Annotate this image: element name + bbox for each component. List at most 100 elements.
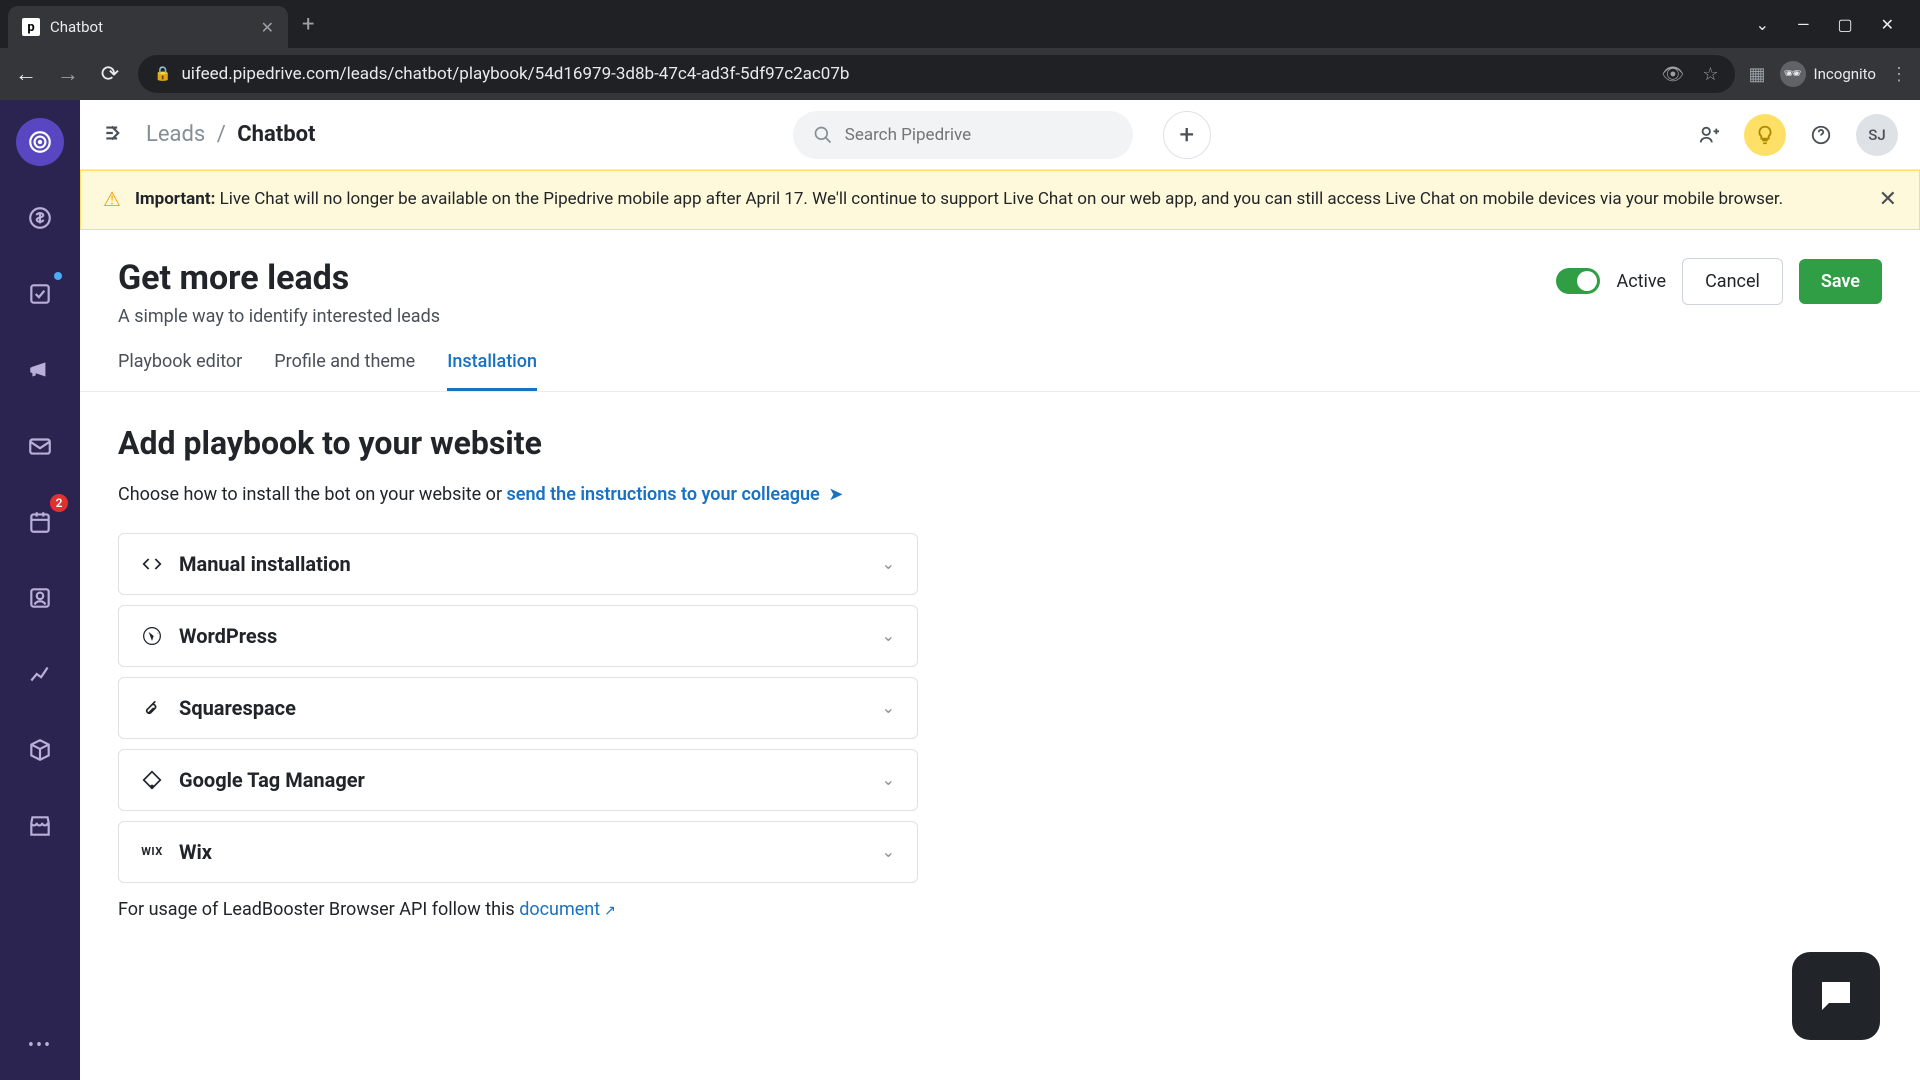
close-tab-icon[interactable]: ✕ [261, 18, 274, 37]
page-title: Get more leads [118, 258, 440, 298]
user-avatar[interactable]: SJ [1856, 114, 1898, 156]
page-subtitle: A simple way to identify interested lead… [118, 306, 440, 327]
accordion-wix[interactable]: WIX Wix ⌄ [118, 821, 918, 883]
url-text: uifeed.pipedrive.com/leads/chatbot/playb… [181, 64, 849, 84]
api-prefix: For usage of LeadBooster Browser API fol… [118, 899, 519, 920]
sales-assistant-button[interactable] [1744, 114, 1786, 156]
reload-button[interactable]: ⟳ [96, 62, 124, 87]
sidebar-item-activities[interactable]: 2 [16, 498, 64, 546]
checkbox-icon [27, 281, 53, 307]
notification-dot-icon [54, 272, 62, 280]
accordion-gtm[interactable]: Google Tag Manager ⌄ [118, 749, 918, 811]
cancel-button[interactable]: Cancel [1682, 258, 1783, 305]
close-window-icon[interactable]: ✕ [1881, 15, 1894, 34]
box-icon [27, 737, 53, 763]
sidebar-item-leads[interactable] [16, 118, 64, 166]
accordion-label: Wix [179, 840, 866, 864]
mail-icon [27, 433, 53, 459]
browser-chrome: p Chatbot ✕ + ⌄ — ▢ ✕ ← → ⟳ 🔒 uifeed.pip… [0, 0, 1920, 100]
sidebar-item-insights[interactable] [16, 650, 64, 698]
breadcrumb-parent[interactable]: Leads [146, 122, 205, 147]
app-root: 2 ••• Leads / Chatbot [0, 100, 1920, 1080]
header-left: Get more leads A simple way to identify … [118, 258, 440, 327]
accordion-manual[interactable]: Manual installation ⌄ [118, 533, 918, 595]
url-bar[interactable]: 🔒 uifeed.pipedrive.com/leads/chatbot/pla… [138, 55, 1735, 93]
calendar-icon [27, 509, 53, 535]
accordion-label: Manual installation [179, 552, 866, 576]
alert-text: Important: Live Chat will no longer be a… [135, 187, 1865, 213]
browser-tab[interactable]: p Chatbot ✕ [8, 6, 288, 48]
incognito-label: Incognito [1814, 65, 1876, 83]
sidebar-item-campaigns[interactable] [16, 346, 64, 394]
sidebar-item-marketplace[interactable] [16, 802, 64, 850]
send-instructions-link[interactable]: send the instructions to your colleague [507, 484, 820, 505]
minimize-icon[interactable]: — [1797, 15, 1810, 34]
page-header: Get more leads A simple way to identify … [80, 230, 1920, 327]
sidebar-more-button[interactable]: ••• [28, 1035, 52, 1056]
search-input[interactable] [845, 125, 1113, 145]
warning-icon: ⚠ [103, 187, 121, 211]
tab-profile-theme[interactable]: Profile and theme [274, 351, 415, 391]
store-icon [27, 813, 53, 839]
gtm-icon [141, 769, 163, 791]
collapse-icon [102, 120, 128, 146]
url-bar-row: ← → ⟳ 🔒 uifeed.pipedrive.com/leads/chatb… [0, 48, 1920, 100]
topbar: Leads / Chatbot + SJ [80, 100, 1920, 170]
browser-menu-icon[interactable]: ⋮ [1890, 64, 1908, 85]
new-tab-button[interactable]: + [302, 12, 314, 37]
section-description: Choose how to install the bot on your we… [118, 484, 1882, 505]
sidebar-item-products[interactable] [16, 726, 64, 774]
chart-icon [27, 661, 53, 687]
dollar-icon [27, 205, 53, 231]
invite-users-button[interactable] [1688, 114, 1730, 156]
api-note: For usage of LeadBooster Browser API fol… [118, 899, 1882, 920]
chat-fab-button[interactable] [1792, 952, 1880, 1040]
collapse-sidebar-button[interactable] [102, 120, 128, 150]
installation-section: Add playbook to your website Choose how … [80, 392, 1920, 952]
section-heading: Add playbook to your website [118, 424, 1882, 462]
sidebar-item-contacts[interactable] [16, 574, 64, 622]
active-toggle[interactable] [1556, 268, 1600, 294]
sidebar-item-mail[interactable] [16, 422, 64, 470]
wix-icon: WIX [141, 841, 163, 863]
main-content: Leads / Chatbot + SJ [80, 100, 1920, 1080]
tab-playbook-editor[interactable]: Playbook editor [118, 351, 242, 391]
chevron-down-icon[interactable]: ⌄ [1756, 15, 1769, 34]
search-icon [813, 125, 833, 145]
tabs: Playbook editor Profile and theme Instal… [80, 327, 1920, 392]
favicon-icon: p [22, 18, 40, 36]
breadcrumb-separator: / [217, 122, 226, 147]
external-link-icon: ↗ [604, 903, 616, 919]
tab-title: Chatbot [50, 18, 251, 36]
code-icon [141, 553, 163, 575]
sidebar-item-projects[interactable] [16, 270, 64, 318]
accordion-squarespace[interactable]: Squarespace ⌄ [118, 677, 918, 739]
user-plus-icon [1698, 124, 1720, 146]
incognito-icon: 🕶 [1780, 61, 1806, 87]
alert-message: Live Chat will no longer be available on… [215, 189, 1783, 209]
accordion-wordpress[interactable]: WordPress ⌄ [118, 605, 918, 667]
help-icon [1810, 124, 1832, 146]
bookmark-star-icon[interactable]: ☆ [1702, 64, 1718, 85]
chevron-down-icon: ⌄ [882, 770, 895, 789]
search-box[interactable] [793, 111, 1133, 159]
tab-installation[interactable]: Installation [447, 351, 537, 391]
extensions-icon[interactable]: ▦ [1749, 64, 1766, 85]
chat-icon [1815, 975, 1857, 1017]
api-doc-link[interactable]: document [519, 899, 600, 920]
wordpress-icon [141, 625, 163, 647]
chevron-down-icon: ⌄ [882, 842, 895, 861]
incognito-badge[interactable]: 🕶 Incognito [1780, 61, 1876, 87]
maximize-icon[interactable]: ▢ [1837, 15, 1852, 34]
chevron-down-icon: ⌄ [882, 626, 895, 645]
save-button[interactable]: Save [1799, 259, 1882, 304]
sidebar-item-deals[interactable] [16, 194, 64, 242]
megaphone-icon [27, 357, 53, 383]
quick-add-button[interactable]: + [1163, 111, 1211, 159]
help-button[interactable] [1800, 114, 1842, 156]
lock-icon: 🔒 [154, 66, 171, 82]
alert-close-button[interactable]: ✕ [1879, 187, 1897, 212]
back-button[interactable]: ← [12, 61, 40, 87]
eye-off-icon[interactable]: 👁 [1662, 64, 1685, 85]
target-icon [27, 129, 53, 155]
